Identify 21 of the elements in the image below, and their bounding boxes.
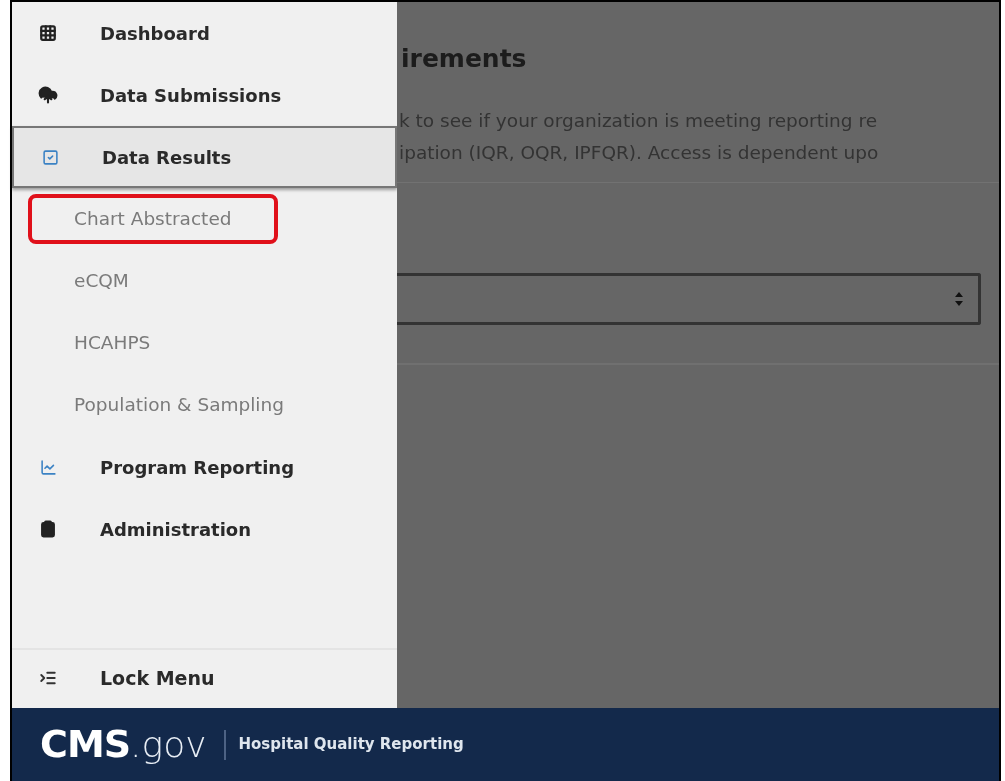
sidebar-item[interactable]: Administration bbox=[12, 498, 397, 560]
sort-icon bbox=[954, 290, 964, 307]
submenu-item[interactable]: HCAHPS bbox=[28, 318, 197, 368]
sidebar-item[interactable]: Data Submissions bbox=[12, 64, 397, 126]
grid-icon bbox=[39, 24, 57, 42]
lock-menu-button[interactable]: Lock Menu bbox=[100, 663, 215, 693]
submenu-item[interactable]: eCQM bbox=[28, 256, 175, 306]
page-heading: irements bbox=[401, 44, 527, 73]
sidebar-item[interactable]: Program Reporting bbox=[12, 436, 397, 498]
cloud-upload-icon bbox=[38, 85, 58, 105]
footer-subtitle: Hospital Quality Reporting bbox=[238, 734, 464, 756]
checkbox-icon bbox=[41, 148, 59, 166]
chart-icon bbox=[39, 458, 57, 476]
sidebar-item[interactable]: Dashboard bbox=[12, 2, 397, 64]
indent-icon bbox=[39, 669, 57, 687]
submenu-item[interactable]: Chart Abstracted bbox=[28, 194, 278, 244]
clipboard-icon bbox=[39, 520, 57, 538]
cms-logo: CMS.gov bbox=[40, 721, 207, 768]
submenu-item[interactable]: Population & Sampling bbox=[28, 380, 330, 430]
sidebar-item[interactable]: Data Results bbox=[12, 126, 397, 188]
select-field[interactable] bbox=[397, 272, 981, 325]
